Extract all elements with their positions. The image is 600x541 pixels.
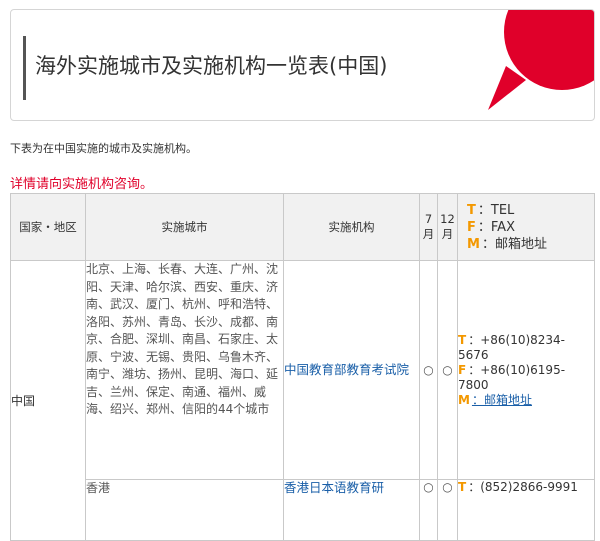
header-december: 12月 bbox=[437, 193, 458, 261]
cities-cell: 香港 bbox=[85, 479, 284, 541]
header-institution: 实施机构 bbox=[283, 193, 420, 261]
institution-link[interactable]: 中国教育部教育考试院 bbox=[284, 362, 419, 378]
institution-link[interactable]: 香港日本语教育研 bbox=[284, 480, 419, 496]
institution-cell: 香港日本语教育研 bbox=[283, 479, 420, 541]
venue-table: 国家・地区 实施城市 实施机构 7月 12月 T ：TEL F ：FAX M ：邮箱地… bbox=[10, 193, 595, 541]
contact-cell: T ：(852)2866-9991 bbox=[457, 479, 595, 541]
region-cell: 中国 bbox=[10, 260, 86, 541]
institution-cell: 中国教育部教育考试院 bbox=[283, 260, 420, 480]
july-mark: ○ bbox=[419, 260, 438, 480]
legend-fax: F ：FAX bbox=[467, 219, 515, 235]
title-accent-bar bbox=[23, 36, 26, 100]
contact-cell: T ：+86(10)8234-5676 F ：+86(10)6195-7800 M：… bbox=[457, 260, 595, 480]
contact-note: 详情请向实施机构咨询。 bbox=[10, 177, 154, 192]
table-header-row: 国家・地区 实施城市 实施机构 7月 12月 T ：TEL F ：FAX M ：邮箱地… bbox=[10, 193, 595, 261]
header-july: 7月 bbox=[419, 193, 438, 261]
header-region: 国家・地区 bbox=[10, 193, 86, 261]
header-december-label: 12月 bbox=[440, 212, 455, 241]
header-july-label: 7月 bbox=[422, 212, 435, 241]
cities-cell: 北京、上海、长春、大连、广州、沈阳、天津、哈尔滨、西安、重庆、济南、武汉、厦门、… bbox=[85, 260, 284, 480]
speech-bubble-graphic bbox=[488, 10, 594, 110]
contact-tel: T ：(852)2866-9991 bbox=[458, 480, 578, 494]
contact-fax: F ：+86(10)6195-7800 bbox=[458, 362, 566, 392]
intro-text: 下表为在中国实施的城市及实施机构。 bbox=[10, 142, 197, 155]
header-contact-legend: T ：TEL F ：FAX M ：邮箱地址 bbox=[457, 193, 595, 261]
table-row: 香港 香港日本语教育研 ○ ○ T ：(852)2866-9991 bbox=[11, 479, 595, 541]
email-link[interactable]: ：邮箱地址 bbox=[472, 393, 532, 407]
contact-tel: T ：+86(10)8234-5676 bbox=[458, 332, 566, 362]
table-row: 中国 北京、上海、长春、大连、广州、沈阳、天津、哈尔滨、西安、重庆、济南、武汉、… bbox=[10, 260, 595, 541]
july-mark: ○ bbox=[419, 479, 438, 541]
header-cities: 实施城市 bbox=[85, 193, 284, 261]
page-header-box: 海外实施城市及实施机构一览表(中国) bbox=[10, 9, 595, 121]
december-mark: ○ bbox=[437, 479, 458, 541]
page-title: 海外实施城市及实施机构一览表(中国) bbox=[35, 54, 388, 78]
contact-mail: M ：邮箱地址 bbox=[458, 392, 532, 407]
legend-tel: T ：TEL bbox=[467, 202, 515, 218]
december-mark: ○ bbox=[437, 260, 458, 480]
legend-mail: M ：邮箱地址 bbox=[467, 236, 547, 252]
